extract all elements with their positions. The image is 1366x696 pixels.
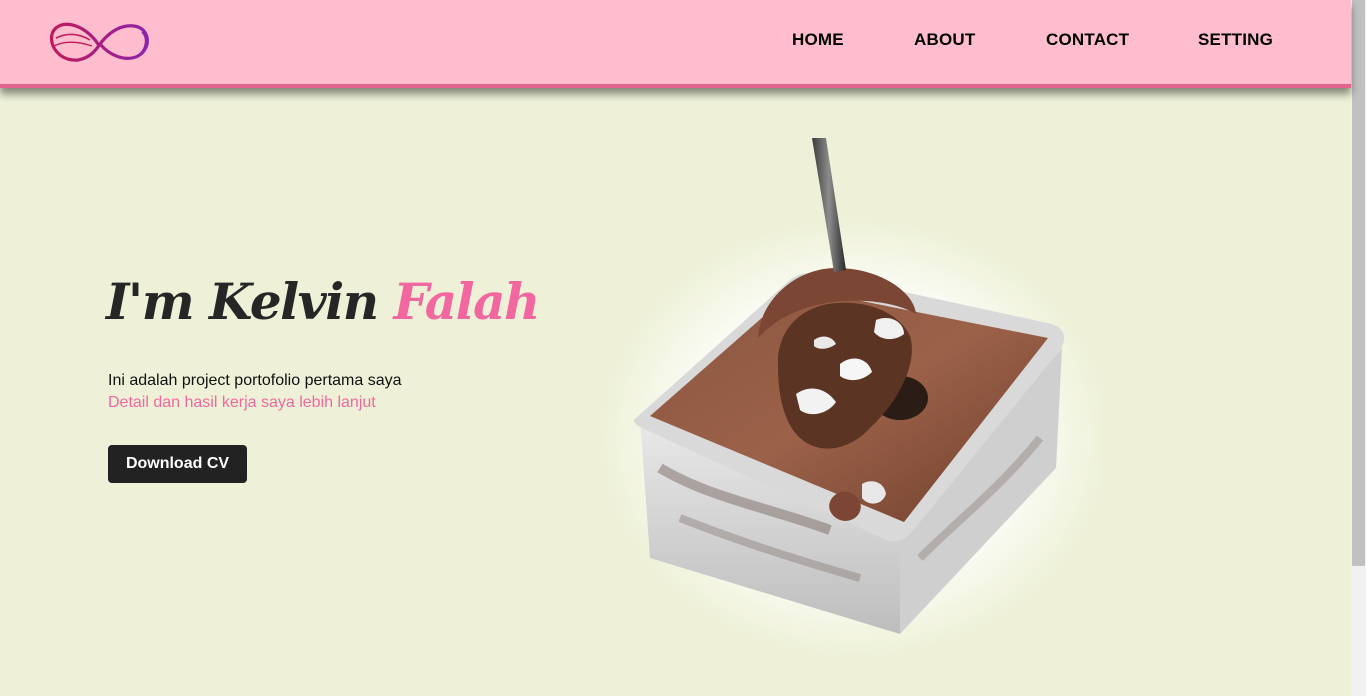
vertical-scrollbar[interactable] [1351, 0, 1366, 696]
hero-title: I'm Kelvin Falah [106, 272, 541, 332]
dessert-box-image [600, 138, 1100, 658]
nav-about[interactable]: ABOUT [914, 30, 975, 50]
scrollbar-thumb[interactable] [1352, 0, 1365, 566]
nav-setting[interactable]: SETTING [1198, 30, 1273, 50]
hero-name-prefix: I'm Kelvin [106, 272, 379, 331]
hero-intro-text: Ini adalah project portofolio pertama sa… [108, 372, 402, 389]
hero-name-accent: Falah [393, 272, 541, 331]
nav-contact[interactable]: CONTACT [1046, 30, 1129, 50]
main-nav: HOME ABOUT CONTACT SETTING [0, 30, 1351, 54]
hero-detail-text: Detail dan hasil kerja saya lebih lanjut [108, 394, 376, 411]
site-header: HOME ABOUT CONTACT SETTING [0, 0, 1351, 88]
page: HOME ABOUT CONTACT SETTING I'm Kelvin Fa… [0, 0, 1366, 696]
nav-home[interactable]: HOME [792, 30, 844, 50]
download-cv-button[interactable]: Download CV [108, 445, 247, 483]
